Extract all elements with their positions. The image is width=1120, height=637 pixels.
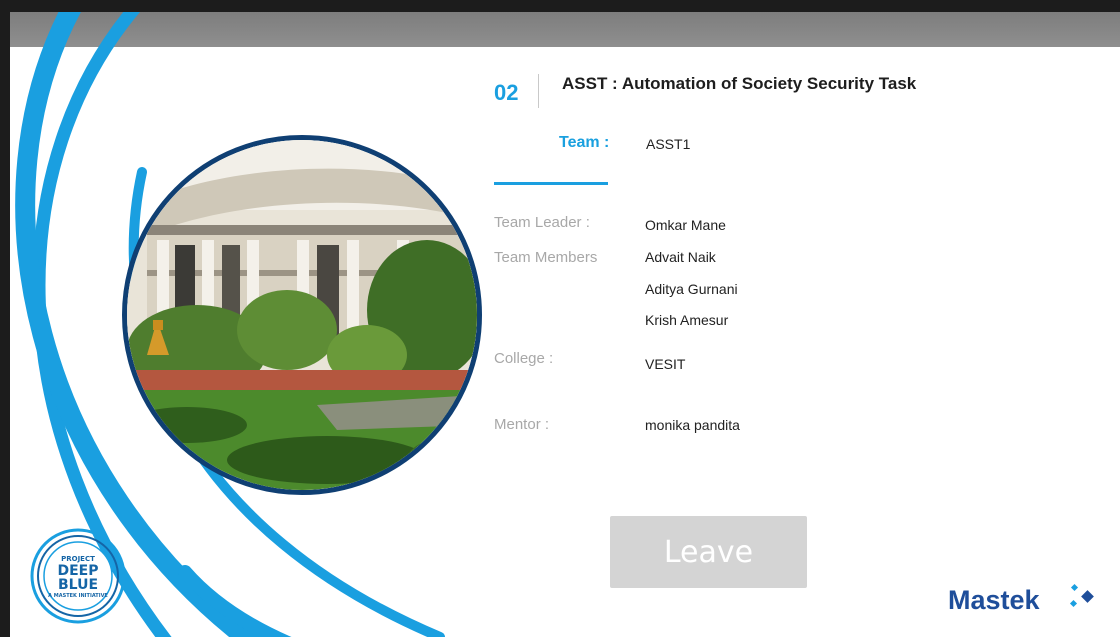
- mentor-label: Mentor :: [494, 416, 550, 433]
- team-member-2: Aditya Gurnani: [645, 281, 738, 297]
- project-number: 02: [494, 80, 519, 105]
- mastek-logo-text: Mastek: [948, 585, 1040, 615]
- team-member-1: Advait Naik: [645, 249, 716, 265]
- leave-button[interactable]: Leave: [610, 516, 807, 588]
- project-title: ASST : Automation of Society Security Ta…: [562, 74, 917, 93]
- team-members-label: Team Members: [494, 249, 598, 266]
- college-value: VESIT: [645, 356, 686, 372]
- college-label: College :: [494, 350, 554, 367]
- slide-card: 02 ASST : Automation of Society Security…: [10, 12, 1120, 637]
- number-divider: [538, 74, 539, 108]
- badge-line-3: BLUE: [57, 577, 99, 593]
- team-member-3: Krish Amesur: [645, 312, 729, 328]
- accent-underline: [494, 182, 608, 185]
- mastek-logo-icon: [1069, 583, 1094, 608]
- project-deep-blue-badge: PROJECT DEEP BLUE A MASTEK INITIATIVE: [28, 526, 128, 626]
- team-name: ASST1: [646, 136, 691, 152]
- team-label: Team :: [559, 134, 610, 151]
- badge-line-4: A MASTEK INITIATIVE: [48, 593, 108, 599]
- campus-photo: [122, 135, 482, 495]
- campus-illustration: [127, 140, 477, 490]
- team-leader-value: Omkar Mane: [645, 217, 726, 233]
- badge-line-1: PROJECT: [61, 555, 95, 563]
- team-leader-label: Team Leader :: [494, 214, 590, 231]
- mentor-value: monika pandita: [645, 417, 740, 433]
